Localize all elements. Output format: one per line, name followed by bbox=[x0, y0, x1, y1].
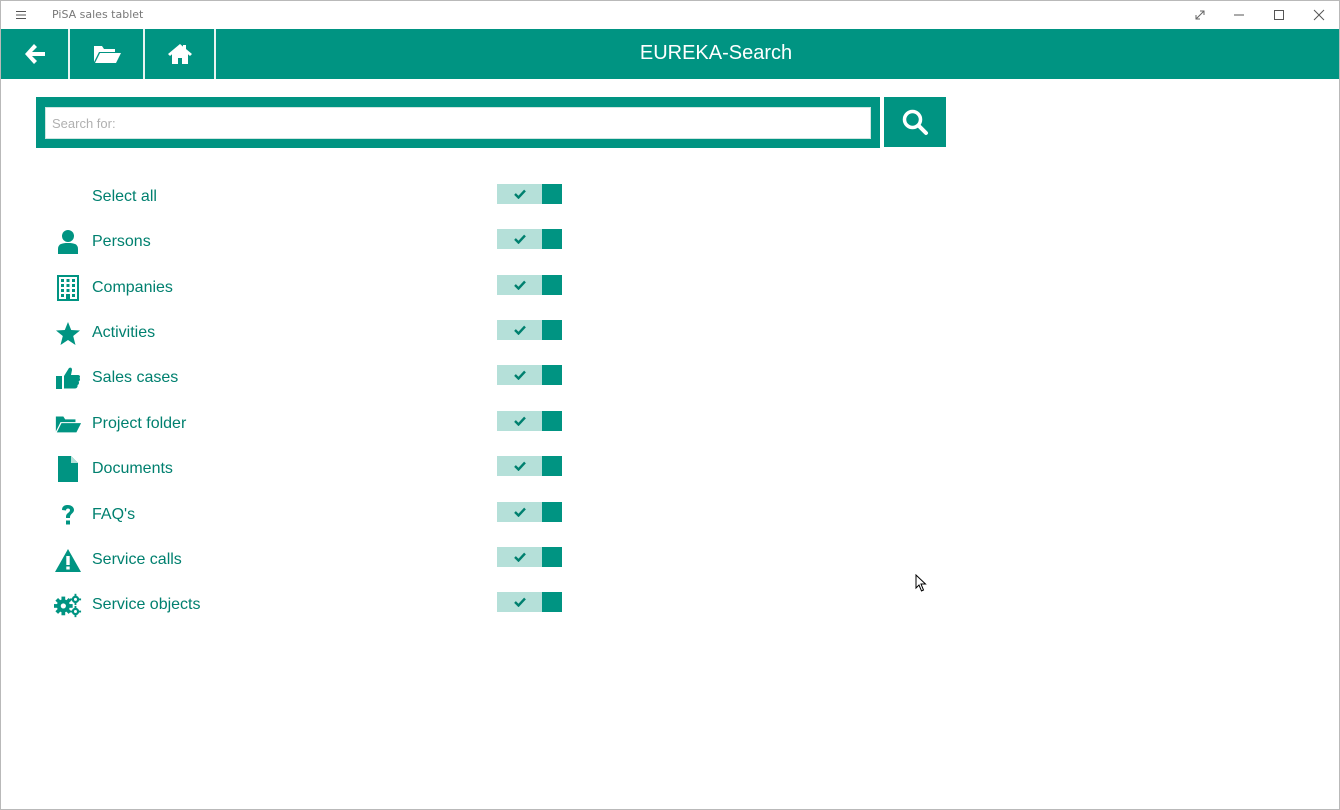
filter-row-faqs: FAQ's bbox=[41, 495, 581, 535]
filter-label: Activities bbox=[92, 324, 156, 341]
toggle-track bbox=[497, 365, 542, 385]
filter-row-activities: Activities bbox=[41, 313, 581, 353]
toggle-track bbox=[497, 320, 542, 340]
toggle-track bbox=[497, 502, 542, 522]
checkmark-icon bbox=[513, 370, 526, 380]
magnifier-icon bbox=[902, 109, 928, 135]
filter-row-service-objects: Service objects bbox=[41, 585, 581, 625]
filter-row-persons: Persons bbox=[41, 222, 581, 262]
hamburger-menu-icon[interactable] bbox=[11, 7, 31, 23]
toggle-knob bbox=[542, 456, 562, 476]
toggle-service-objects[interactable] bbox=[497, 592, 562, 612]
toggle-activities[interactable] bbox=[497, 320, 562, 340]
warning-icon bbox=[54, 546, 82, 574]
filter-label: Service objects bbox=[92, 596, 201, 613]
projects-button[interactable] bbox=[70, 29, 143, 79]
toggle-track bbox=[497, 592, 542, 612]
back-button[interactable] bbox=[1, 29, 68, 79]
search-button[interactable] bbox=[884, 97, 946, 147]
toggle-service-calls[interactable] bbox=[497, 547, 562, 567]
checkmark-icon bbox=[513, 416, 526, 426]
thumbs-up-icon bbox=[54, 364, 82, 392]
toggle-track bbox=[497, 411, 542, 431]
minimize-icon[interactable] bbox=[1227, 5, 1251, 25]
folder-open-icon bbox=[54, 410, 82, 438]
maximize-icon[interactable] bbox=[1267, 5, 1291, 25]
home-icon bbox=[167, 44, 192, 64]
gears-icon bbox=[54, 591, 82, 619]
building-icon bbox=[54, 274, 82, 302]
app-header: EUREKA-Search bbox=[1, 29, 1339, 79]
close-icon[interactable] bbox=[1307, 5, 1331, 25]
checkmark-icon bbox=[513, 189, 526, 199]
toggle-knob bbox=[542, 592, 562, 612]
toggle-documents[interactable] bbox=[497, 456, 562, 476]
toggle-sales-cases[interactable] bbox=[497, 365, 562, 385]
title-bar: PiSA sales tablet bbox=[1, 1, 1339, 29]
filter-label: Project folder bbox=[92, 415, 187, 432]
checkmark-icon bbox=[513, 552, 526, 562]
toggle-track bbox=[497, 229, 542, 249]
toggle-knob bbox=[542, 184, 562, 204]
toggle-knob bbox=[542, 411, 562, 431]
arrow-left-icon bbox=[24, 44, 45, 64]
toggle-track bbox=[497, 184, 542, 204]
toggle-track bbox=[497, 275, 542, 295]
filter-row-companies: Companies bbox=[41, 268, 581, 308]
page-title: EUREKA-Search bbox=[639, 42, 793, 64]
toggle-companies[interactable] bbox=[497, 275, 562, 295]
star-icon bbox=[54, 319, 82, 347]
filter-label: Select all bbox=[92, 188, 157, 205]
toggle-knob bbox=[542, 365, 562, 385]
filter-row-select-all: Select all bbox=[41, 177, 581, 217]
search-input[interactable] bbox=[45, 107, 871, 139]
checkmark-icon bbox=[513, 280, 526, 290]
filter-row-service-calls: Service calls bbox=[41, 540, 581, 580]
app-window: PiSA sales tablet EUREKA-Search Search f… bbox=[0, 0, 1340, 810]
toggle-faqs[interactable] bbox=[497, 502, 562, 522]
checkmark-icon bbox=[513, 461, 526, 471]
filter-label: Sales cases bbox=[92, 369, 179, 386]
person-icon bbox=[54, 228, 82, 256]
filter-row-documents: Documents bbox=[41, 449, 581, 489]
filter-row-project-folder: Project folder bbox=[41, 404, 581, 444]
document-icon bbox=[54, 455, 82, 483]
home-button[interactable] bbox=[145, 29, 214, 79]
toggle-knob bbox=[542, 275, 562, 295]
toggle-knob bbox=[542, 502, 562, 522]
filter-label: FAQ's bbox=[92, 506, 136, 523]
app-title: PiSA sales tablet bbox=[52, 8, 144, 21]
filter-row-sales-cases: Sales cases bbox=[41, 358, 581, 398]
toggle-track bbox=[497, 456, 542, 476]
mouse-cursor-icon bbox=[915, 573, 927, 597]
checkmark-icon bbox=[513, 325, 526, 335]
question-icon bbox=[54, 501, 82, 529]
toggle-track bbox=[497, 547, 542, 567]
toggle-knob bbox=[542, 320, 562, 340]
checkmark-icon bbox=[513, 507, 526, 517]
checkmark-icon bbox=[513, 597, 526, 607]
filter-label: Documents bbox=[92, 460, 173, 477]
checkmark-icon bbox=[513, 234, 526, 244]
filter-label: Persons bbox=[92, 233, 151, 250]
toggle-knob bbox=[542, 229, 562, 249]
toggle-knob bbox=[542, 547, 562, 567]
toggle-persons[interactable] bbox=[497, 229, 562, 249]
filter-label: Companies bbox=[92, 279, 173, 296]
filter-label: Service calls bbox=[92, 551, 182, 568]
toggle-project-folder[interactable] bbox=[497, 411, 562, 431]
fullscreen-icon[interactable] bbox=[1188, 5, 1212, 25]
folder-open-icon bbox=[93, 46, 121, 63]
toggle-select-all[interactable] bbox=[497, 184, 562, 204]
